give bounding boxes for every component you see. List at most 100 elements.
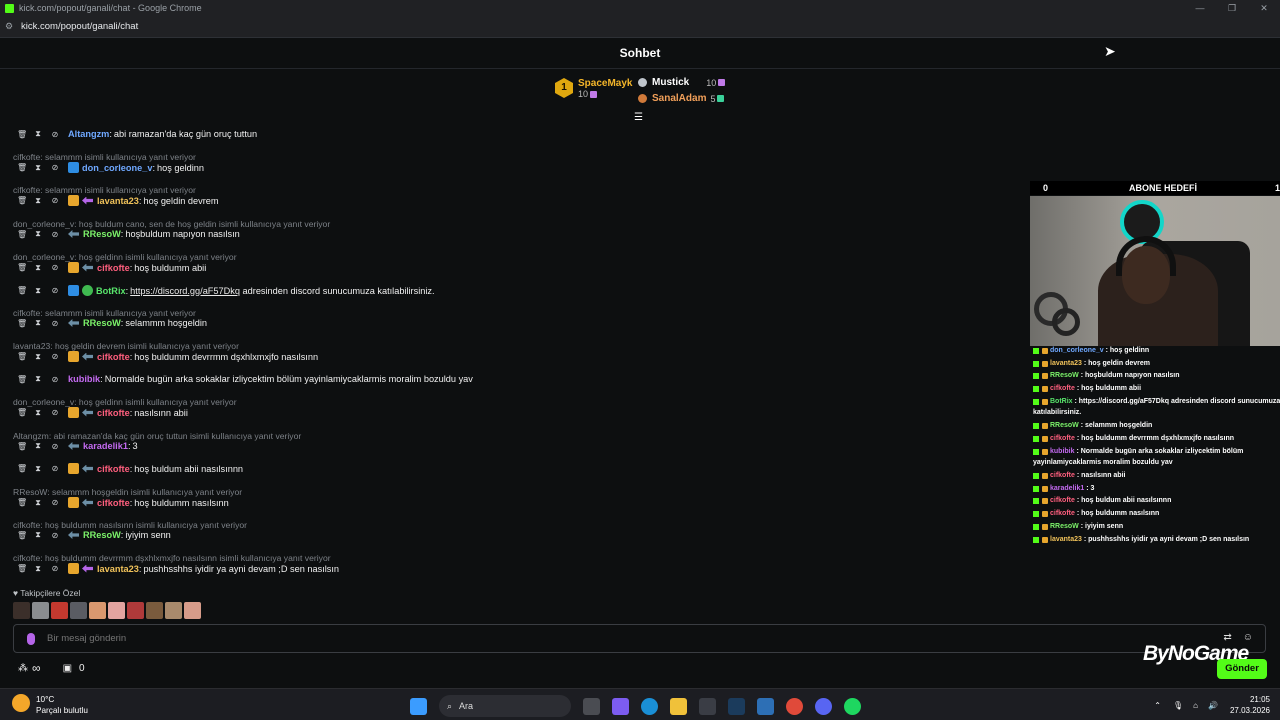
- timeout-icon[interactable]: ⧗: [34, 530, 42, 540]
- chat-username[interactable]: cifkofte: [97, 352, 130, 362]
- delete-icon[interactable]: 🗑: [17, 442, 27, 451]
- weather-widget[interactable]: 10°C Parçalı bulutlu: [12, 694, 88, 716]
- ban-icon[interactable]: ⊘: [51, 230, 59, 239]
- url-text[interactable]: kick.com/popout/ganali/chat: [21, 21, 138, 32]
- emote-6[interactable]: [108, 602, 125, 619]
- emote-5[interactable]: [89, 602, 106, 619]
- chat-username[interactable]: BotRix: [96, 286, 126, 296]
- ban-icon[interactable]: ⊘: [51, 196, 59, 205]
- send-button[interactable]: Gönder: [1217, 659, 1267, 679]
- chat-username[interactable]: karadelik1: [83, 441, 128, 451]
- chat-message[interactable]: 🗑 ⧗ ⊘ cifkofte: hoş buldumm abii: [17, 262, 206, 273]
- timeout-icon[interactable]: ⧗: [34, 498, 42, 508]
- chat-message[interactable]: 🗑 ⧗ ⊘ cifkofte: hoş buldumm nasılsınn: [17, 497, 229, 508]
- file-explorer-icon[interactable]: [670, 697, 687, 715]
- ban-icon[interactable]: ⊘: [51, 564, 59, 573]
- clock[interactable]: 21:05 27.03.2026: [1230, 694, 1270, 716]
- site-settings-icon[interactable]: ⚙: [5, 21, 21, 32]
- chat-message[interactable]: 🗑 ⧗ ⊘ lavanta23: hoş geldin devrem: [17, 195, 219, 206]
- discord-icon[interactable]: [815, 697, 832, 715]
- ban-icon[interactable]: ⊘: [51, 263, 59, 272]
- message-input[interactable]: [47, 633, 1147, 644]
- delete-icon[interactable]: 🗑: [17, 196, 27, 205]
- chat-username[interactable]: cifkofte: [97, 408, 130, 418]
- collapse-icon[interactable]: ☰: [634, 112, 643, 123]
- app-icon[interactable]: [757, 697, 774, 715]
- copilot-icon[interactable]: [612, 697, 629, 715]
- timeout-icon[interactable]: ⧗: [34, 564, 42, 574]
- delete-icon[interactable]: 🗑: [17, 564, 27, 573]
- chat-username[interactable]: cifkofte: [97, 498, 130, 508]
- timeout-icon[interactable]: ⧗: [34, 163, 42, 173]
- timeout-icon[interactable]: ⧗: [34, 352, 42, 362]
- chat-username[interactable]: cifkofte: [97, 263, 130, 273]
- delete-icon[interactable]: 🗑: [17, 230, 27, 239]
- close-button[interactable]: ✕: [1248, 0, 1280, 16]
- timeout-icon[interactable]: ⧗: [34, 464, 42, 474]
- timeout-icon[interactable]: ⧗: [34, 263, 42, 273]
- chat-username[interactable]: Altangzm: [68, 129, 109, 139]
- chat-message[interactable]: 🗑 ⧗ ⊘ kubibik: Normalde bugün arka sokaklar…: [17, 374, 473, 384]
- timeout-icon[interactable]: ⧗: [34, 374, 42, 384]
- discord-link[interactable]: https://discord.gg/aF57Dkq: [130, 286, 240, 296]
- leaderboard-first[interactable]: 1 SpaceMayk 10: [555, 78, 632, 99]
- leaderboard-second[interactable]: Mustick 10: [638, 77, 726, 88]
- emote-9[interactable]: [165, 602, 182, 619]
- delete-icon[interactable]: 🗑: [17, 498, 27, 507]
- chat-username[interactable]: RResoW: [83, 318, 121, 328]
- message-input-box[interactable]: ⇄ ☺: [13, 624, 1266, 653]
- gift-icon[interactable]: ▣: [63, 663, 72, 674]
- timeout-icon[interactable]: ⧗: [34, 229, 42, 239]
- chat-message[interactable]: 🗑 ⧗ ⊘ karadelik1: 3: [17, 441, 138, 451]
- delete-icon[interactable]: 🗑: [17, 163, 27, 172]
- delete-icon[interactable]: 🗑: [17, 319, 27, 328]
- network-icon[interactable]: ⌂: [1193, 701, 1198, 710]
- store-icon[interactable]: [699, 697, 716, 715]
- chat-message[interactable]: 🗑 ⧗ ⊘ Altangzm: abi ramazan'da kaç gün oruç…: [17, 129, 257, 139]
- delete-icon[interactable]: 🗑: [17, 352, 27, 361]
- timeout-icon[interactable]: ⧗: [34, 286, 42, 296]
- emote-2[interactable]: [32, 602, 49, 619]
- chat-message[interactable]: 🗑 ⧗ ⊘ RResoW: selammm hoşgeldin: [17, 318, 207, 328]
- delete-icon[interactable]: 🗑: [17, 286, 27, 295]
- timeout-icon[interactable]: ⧗: [34, 441, 42, 451]
- chat-message[interactable]: 🗑 ⧗ ⊘ cifkofte: hoş buldumm devrrmm dşxhlxm…: [17, 351, 318, 362]
- chrome-icon[interactable]: [786, 697, 803, 715]
- ban-icon[interactable]: ⊘: [51, 130, 59, 139]
- chat-username[interactable]: lavanta23: [97, 564, 139, 574]
- chat-message[interactable]: 🗑 ⧗ ⊘ RResoW: hoşbuldum napıyon nasılsın: [17, 229, 240, 239]
- points-icon[interactable]: ⁂: [18, 663, 28, 674]
- delete-icon[interactable]: 🗑: [17, 531, 27, 540]
- chat-username[interactable]: cifkofte: [97, 464, 130, 474]
- ban-icon[interactable]: ⊘: [51, 408, 59, 417]
- emote-7[interactable]: [127, 602, 144, 619]
- chat-message[interactable]: 🗑 ⧗ ⊘ BotRix: https://discord.gg/aF57Dkq ad…: [17, 285, 435, 296]
- chat-username[interactable]: lavanta23: [97, 196, 139, 206]
- emote-1[interactable]: [13, 602, 30, 619]
- ban-icon[interactable]: ⊘: [51, 375, 59, 384]
- ban-icon[interactable]: ⊘: [51, 319, 59, 328]
- ban-icon[interactable]: ⊘: [51, 464, 59, 473]
- microphone-icon[interactable]: [27, 632, 35, 645]
- ban-icon[interactable]: ⊘: [51, 498, 59, 507]
- ban-icon[interactable]: ⊘: [51, 531, 59, 540]
- chat-message[interactable]: 🗑 ⧗ ⊘ cifkofte: nasılsınn abii: [17, 407, 188, 418]
- windows-start-icon[interactable]: [410, 697, 427, 715]
- timeout-icon[interactable]: ⧗: [34, 129, 42, 139]
- chevron-up-icon[interactable]: ⌃: [1154, 701, 1161, 710]
- emote-3[interactable]: [51, 602, 68, 619]
- minimize-button[interactable]: —: [1184, 0, 1216, 16]
- chat-username[interactable]: RResoW: [83, 530, 121, 540]
- chat-username[interactable]: kubibik: [68, 374, 100, 384]
- ban-icon[interactable]: ⊘: [51, 286, 59, 295]
- delete-icon[interactable]: 🗑: [17, 130, 27, 139]
- steam-icon[interactable]: [728, 697, 745, 715]
- chat-message[interactable]: 🗑 ⧗ ⊘ lavanta23: pushhsshhs iyidir ya ayni …: [17, 563, 339, 574]
- address-bar[interactable]: ⚙ kick.com/popout/ganali/chat: [0, 16, 1280, 38]
- emote-4[interactable]: [70, 602, 87, 619]
- timeout-icon[interactable]: ⧗: [34, 196, 42, 206]
- timeout-icon[interactable]: ⧗: [34, 318, 42, 328]
- edge-icon[interactable]: [641, 697, 658, 715]
- emote-8[interactable]: [146, 602, 163, 619]
- chat-username[interactable]: RResoW: [83, 229, 121, 239]
